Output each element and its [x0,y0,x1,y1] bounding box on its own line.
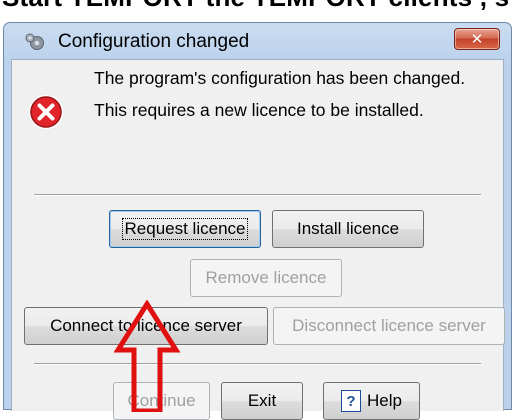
connect-licence-server-label: Connect to licence server [50,316,242,335]
request-licence-button[interactable]: Request licence [109,210,261,248]
close-button[interactable]: ✕ [454,28,500,50]
continue-button[interactable]: Continue [113,382,210,420]
exit-label: Exit [247,391,277,410]
error-icon [29,95,63,129]
dialog-window: Configuration changed ✕ The program's co… [3,22,512,420]
separator-top [34,194,481,196]
help-icon: ? [341,390,362,412]
install-licence-label: Install licence [296,219,400,238]
remove-licence-label: Remove licence [205,268,327,287]
message-line-2: This requires a new licence to be instal… [94,100,424,120]
dialog-title: Configuration changed [58,31,250,52]
document-caption: Start TEMPORT the TEMPORT clients , s [2,0,509,13]
disconnect-licence-server-button[interactable]: Disconnect licence server [273,307,505,345]
exit-button[interactable]: Exit [221,382,303,420]
dialog-client-area: The program's configuration has been cha… [11,59,505,420]
separator-bottom [34,363,481,365]
continue-label: Continue [127,391,196,410]
install-licence-button[interactable]: Install licence [272,210,424,248]
connect-licence-server-button[interactable]: Connect to licence server [24,307,268,345]
disconnect-licence-server-label: Disconnect licence server [292,316,486,335]
remove-licence-button[interactable]: Remove licence [190,259,342,297]
help-button[interactable]: ? Help [323,382,420,420]
help-label: Help [367,391,402,410]
request-licence-label: Request licence [121,218,249,240]
gears-icon [25,33,44,50]
title-bar[interactable]: Configuration changed ✕ [4,23,511,59]
message-line-1: The program's configuration has been cha… [94,68,466,88]
close-icon: ✕ [470,31,484,48]
